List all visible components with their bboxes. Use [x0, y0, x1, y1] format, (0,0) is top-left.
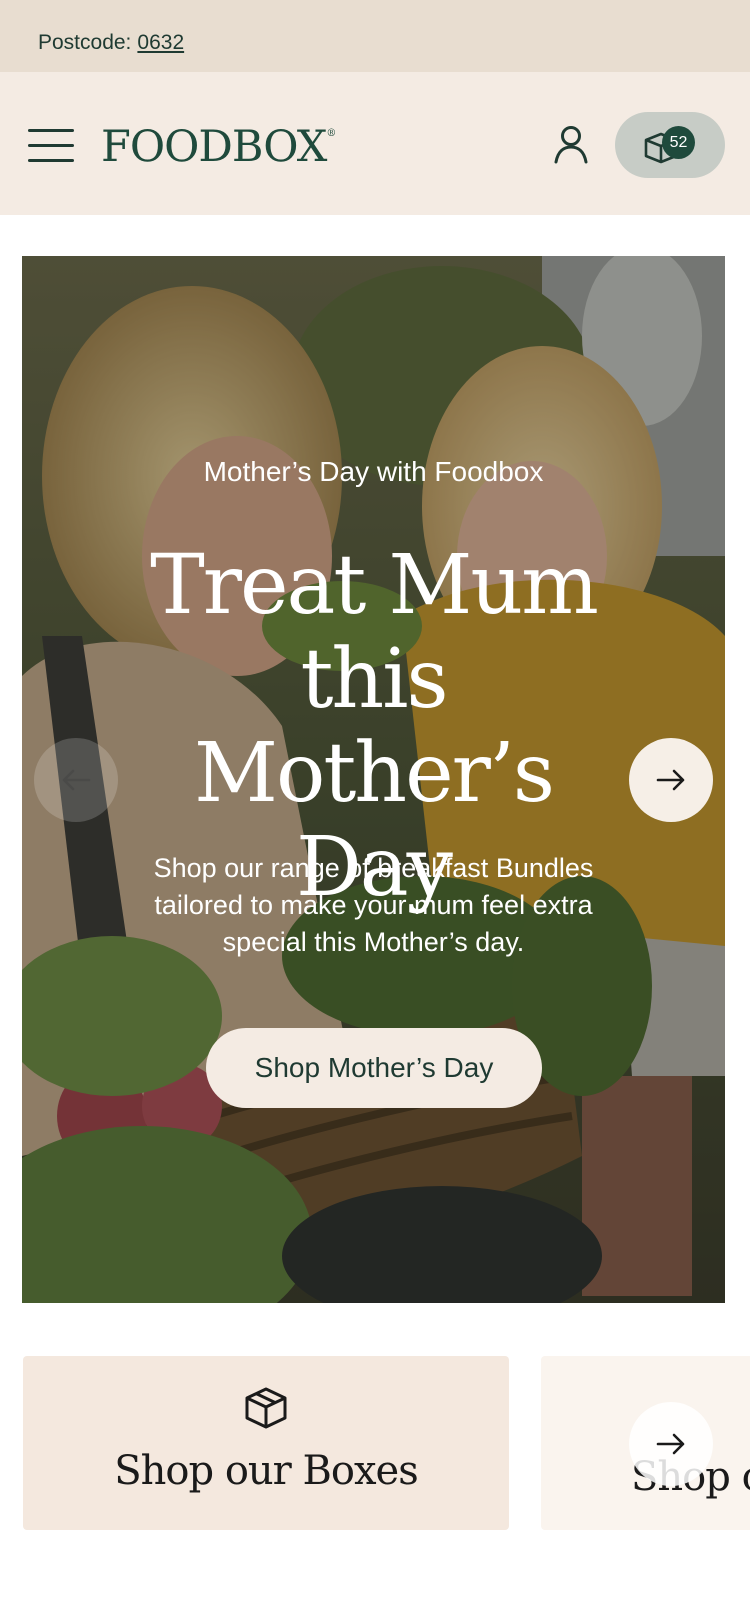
package-icon — [245, 1387, 287, 1429]
foodbox-logo[interactable]: FOODBOX® — [101, 122, 336, 172]
hero-description: Shop our range of breakfast Bundles tail… — [153, 853, 594, 957]
cart-count-badge: 52 — [662, 126, 695, 159]
postcode-label: Postcode: — [38, 31, 132, 54]
arrow-right-icon — [656, 1433, 685, 1455]
user-icon[interactable] — [552, 124, 590, 164]
category-next-button[interactable] — [629, 1402, 713, 1486]
registered-mark: ® — [326, 128, 336, 139]
carousel-prev-button[interactable] — [34, 738, 118, 822]
site-header: FOODBOX® 52 — [0, 72, 750, 215]
hero-eyebrow: Mother’s Day with Foodbox — [203, 456, 544, 487]
hero-carousel: Mother’s Day with Foodbox Treat Mum this… — [22, 256, 725, 1303]
shop-boxes-label: Shop our Boxes — [114, 1448, 418, 1494]
postcode-display: Postcode: 0632 — [38, 31, 184, 55]
postcode-bar: Postcode: 0632 — [0, 0, 750, 72]
postcode-link[interactable]: 0632 — [137, 31, 184, 54]
hamburger-menu-icon[interactable] — [28, 127, 74, 163]
cart-button[interactable]: 52 — [615, 112, 725, 178]
carousel-next-button[interactable] — [629, 738, 713, 822]
shop-mothers-day-button[interactable]: Shop Mother’s Day — [206, 1028, 542, 1108]
category-carousel: Shop our Boxes Shop o — [0, 1356, 750, 1530]
arrow-left-icon — [62, 769, 91, 791]
shop-boxes-card[interactable]: Shop our Boxes — [23, 1356, 509, 1530]
arrow-right-icon — [656, 769, 685, 791]
logo-text: FOODBOX — [101, 122, 327, 172]
